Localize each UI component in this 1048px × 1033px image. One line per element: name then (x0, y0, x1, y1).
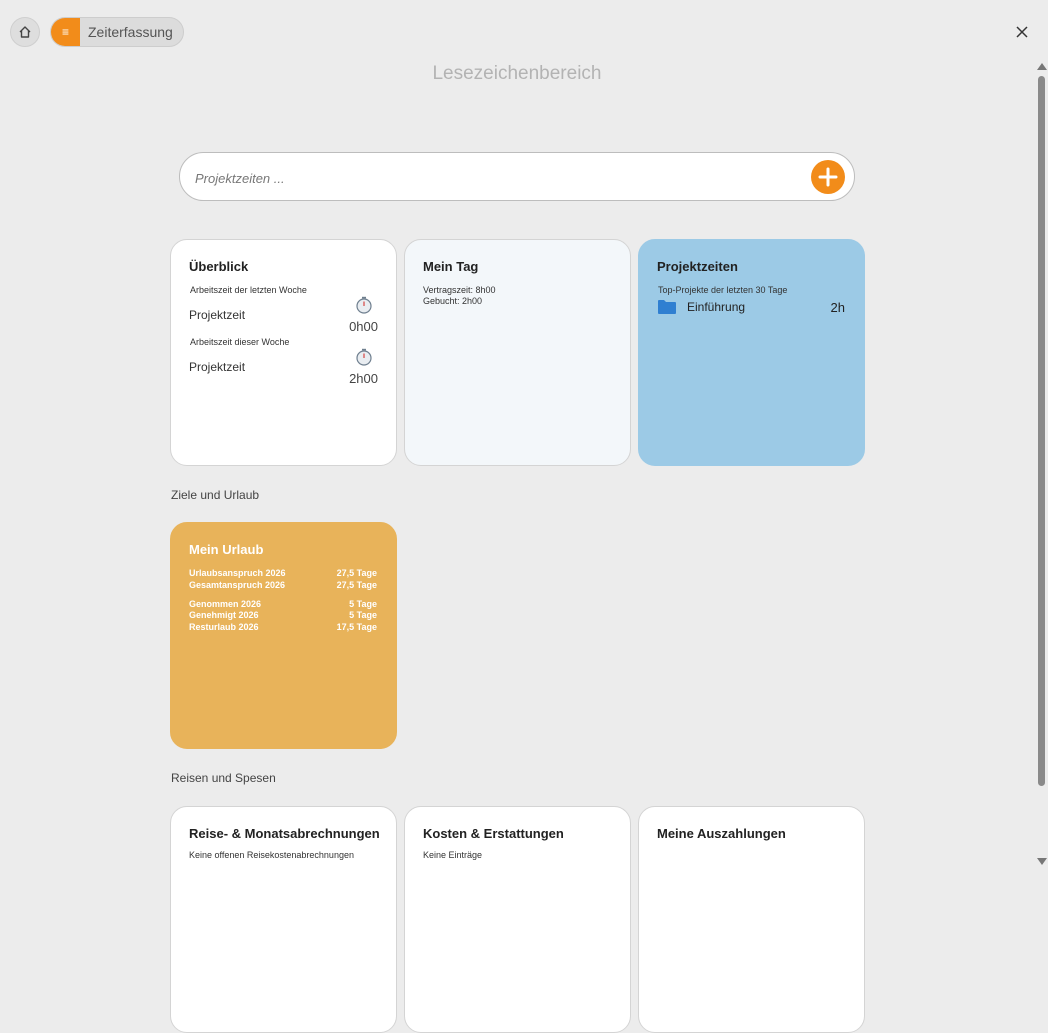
add-button[interactable] (811, 160, 845, 194)
scroll-up-arrow[interactable] (1037, 63, 1047, 70)
vacation-row-label: Genehmigt 2026 (189, 610, 259, 620)
vacation-row: Resturlaub 2026 17,5 Tage (189, 622, 377, 632)
last-week-value: 0h00 (349, 319, 378, 334)
vacation-row: Urlaubsanspruch 2026 27,5 Tage (189, 568, 377, 578)
project-hours: 2h (830, 300, 845, 315)
search-input[interactable] (193, 165, 787, 191)
vacation-card[interactable]: Mein Urlaub Urlaubsanspruch 2026 27,5 Ta… (170, 522, 397, 749)
my-day-lines: Vertragszeit: 8h00 Gebucht: 2h00 (423, 285, 496, 307)
this-week-value: 2h00 (349, 371, 378, 386)
this-week-label: Arbeitszeit dieser Woche (190, 337, 290, 347)
section-travel-title: Reisen und Spesen (171, 771, 276, 785)
home-button[interactable] (10, 17, 40, 47)
card-title: Kosten & Erstattungen (423, 826, 564, 841)
contract-time: Vertragszeit: 8h00 (423, 285, 496, 295)
vacation-row-value: 27,5 Tage (336, 568, 377, 578)
scroll-down-arrow[interactable] (1037, 858, 1047, 865)
vacation-row: Gesamtanspruch 2026 27,5 Tage (189, 580, 377, 590)
stopwatch-icon (355, 296, 373, 319)
last-week-label: Arbeitszeit der letzten Woche (190, 285, 307, 295)
close-icon (1016, 26, 1028, 38)
vacation-row-label: Gesamtanspruch 2026 (189, 580, 286, 590)
card-title: Meine Auszahlungen (657, 826, 786, 841)
hamburger-icon[interactable]: ≡ (51, 18, 80, 46)
vacation-row-value: 17,5 Tage (336, 622, 377, 632)
card-title: Überblick (189, 259, 249, 274)
section-goals-title: Ziele und Urlaub (171, 488, 260, 502)
card-title: Projektzeiten (657, 259, 738, 274)
travel-statements-card[interactable]: Reise- & Monatsabrechnungen Keine offene… (170, 806, 397, 1033)
module-label: Zeiterfassung (88, 24, 173, 40)
top-projects-label: Top-Projekte der letzten 30 Tage (658, 285, 788, 295)
vacation-row-value: 27,5 Tage (336, 580, 377, 590)
stopwatch-icon (355, 348, 373, 371)
module-switcher[interactable]: ≡ Zeiterfassung (50, 17, 184, 47)
vacation-row-label: Resturlaub 2026 (189, 622, 259, 632)
vacation-row: Genommen 2026 5 Tage (189, 599, 377, 609)
vacation-row-value: 5 Tage (349, 610, 377, 620)
overview-card[interactable]: Überblick Arbeitszeit der letzten Woche … (170, 239, 397, 466)
vacation-row: Genehmigt 2026 5 Tage (189, 610, 377, 620)
card-title: Reise- & Monatsabrechnungen (189, 826, 380, 841)
booked-time: Gebucht: 2h00 (423, 296, 483, 306)
card-title: Mein Urlaub (189, 542, 264, 557)
plus-icon (818, 167, 838, 187)
scroll-thumb[interactable] (1038, 76, 1045, 786)
scrollbar[interactable] (1034, 60, 1048, 867)
bookmarks-area-title: Lesezeichenbereich (432, 63, 602, 84)
costs-card[interactable]: Kosten & Erstattungen Keine Einträge (404, 806, 631, 1033)
my-day-card[interactable]: Mein Tag Vertragszeit: 8h00 Gebucht: 2h0… (404, 239, 631, 466)
vacation-row-label: Urlaubsanspruch 2026 (189, 568, 286, 578)
card-title: Mein Tag (423, 259, 479, 274)
this-week-item: Projektzeit (189, 360, 246, 374)
folder-icon (657, 299, 677, 320)
close-button[interactable] (1012, 22, 1032, 42)
project-times-card[interactable]: Projektzeiten Top-Projekte der letzten 3… (638, 239, 865, 466)
vacation-row-label: Genommen 2026 (189, 599, 262, 609)
project-name[interactable]: Einführung (687, 300, 745, 314)
home-icon (19, 26, 31, 38)
payouts-card[interactable]: Meine Auszahlungen (638, 806, 865, 1033)
last-week-item: Projektzeit (189, 308, 246, 322)
top-bar: ≡ Zeiterfassung (0, 0, 1048, 62)
search-bar (179, 152, 855, 201)
card-subtitle: Keine offenen Reisekostenabrechnungen (189, 850, 354, 860)
card-subtitle: Keine Einträge (423, 850, 483, 860)
vacation-row-value: 5 Tage (349, 599, 377, 609)
